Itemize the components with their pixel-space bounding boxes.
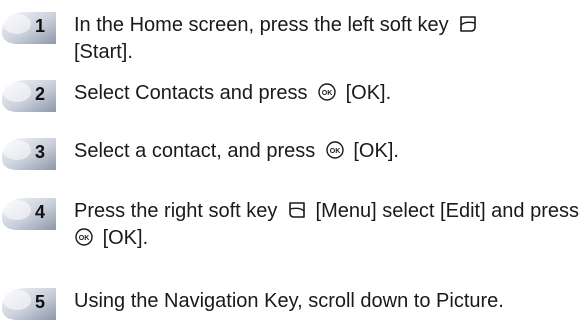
badge-shape [2, 198, 56, 230]
badge-shape [2, 12, 56, 44]
step-text-middle: [Menu] select [Edit] and press [315, 200, 580, 222]
ok-key-icon: OK [325, 140, 345, 166]
svg-text:OK: OK [322, 90, 333, 97]
ok-key-icon: OK [317, 82, 337, 108]
step-number-badge: 3 [0, 136, 56, 172]
step-text-after: [OK]. [102, 227, 149, 249]
right-soft-key-icon [287, 200, 307, 226]
step-number-badge: 4 [0, 196, 56, 232]
step-number-badge: 1 [0, 10, 56, 46]
step-text-after: [Start]. [74, 41, 133, 63]
step-text-before: Using the Navigation Key, scroll down to… [74, 290, 504, 312]
step-number-badge: 5 [0, 286, 56, 322]
badge-shape [2, 138, 56, 170]
step-text-before: Select Contacts and press [74, 82, 308, 104]
step-text-after: [OK]. [353, 140, 399, 162]
left-soft-key-icon [458, 14, 478, 40]
step-text-before: Press the right soft key [74, 200, 278, 222]
step-text: Select a contact, and press OK [OK]. [74, 139, 584, 166]
step-number: 2 [35, 84, 46, 104]
step-number-badge: 2 [0, 78, 56, 114]
step-text-after: [OK]. [345, 82, 392, 104]
badge-shape [2, 288, 56, 320]
step-text: Press the right soft key [Menu] select [… [74, 199, 584, 253]
step-number: 3 [35, 142, 46, 162]
step-number: 4 [35, 202, 46, 222]
svg-text:OK: OK [79, 235, 90, 242]
step-text-before: Select a contact, and press [74, 140, 316, 162]
step-text: Using the Navigation Key, scroll down to… [74, 289, 584, 313]
step-text: In the Home screen, press the left soft … [74, 13, 584, 64]
step-number: 1 [35, 16, 46, 36]
step-text: Select Contacts and press OK [OK]. [74, 81, 584, 108]
ok-key-icon: OK [74, 227, 94, 253]
svg-text:OK: OK [330, 148, 341, 155]
badge-shape [2, 80, 56, 112]
step-number: 5 [35, 292, 46, 312]
step-text-before: In the Home screen, press the left soft … [74, 14, 449, 36]
